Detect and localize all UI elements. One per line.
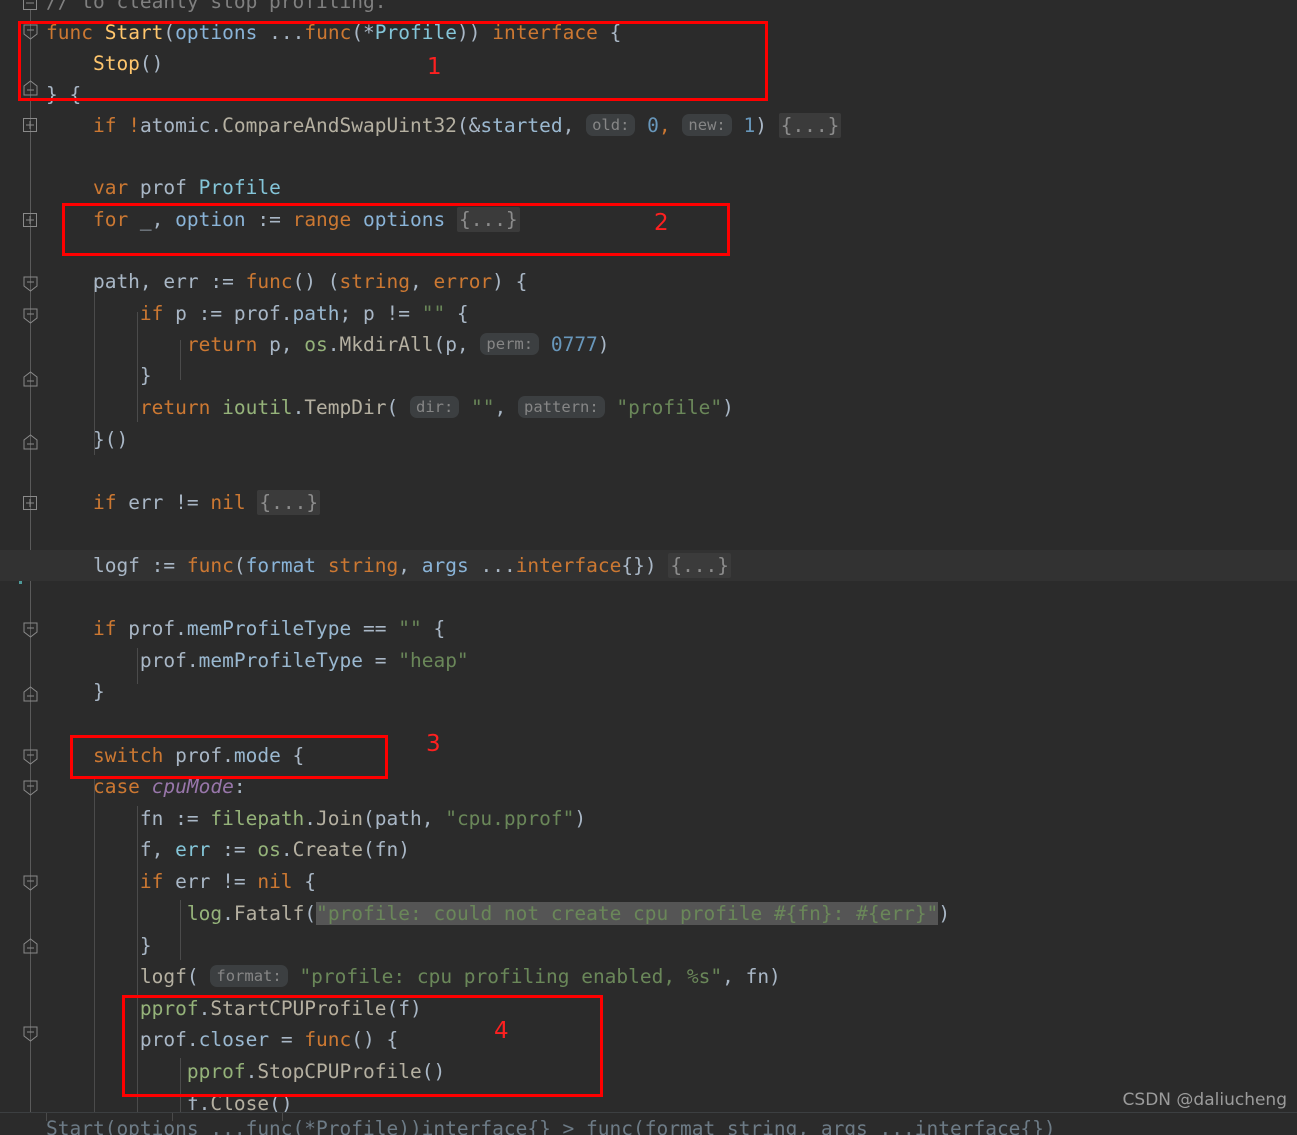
code-line[interactable]: path, err := func() (string, error) { [0, 266, 1297, 297]
code-line-text: return p, os.MkdirAll(p, perm: 0777) [46, 333, 610, 356]
inlay-hint-pattern: pattern: [518, 396, 605, 418]
code-line[interactable]: var prof Profile [0, 172, 1297, 203]
code-line[interactable] [0, 582, 1297, 613]
code-line[interactable]: fn := filepath.Join(path, "cpu.pprof") [0, 803, 1297, 834]
inlay-hint-perm: perm: [480, 333, 540, 355]
screenshot-root: // to cleanly stop profiling. func Start… [0, 0, 1297, 1135]
search-highlight: "profile: could not create cpu profile #… [316, 902, 939, 925]
code-editor[interactable]: // to cleanly stop profiling. func Start… [0, 0, 1297, 1135]
folded-code-placeholder[interactable]: {...} [778, 113, 842, 138]
code-line[interactable] [0, 455, 1297, 486]
code-line-text: log.Fatalf("profile: could not create cp… [186, 902, 951, 925]
code-line-text: } [46, 680, 105, 703]
folded-code-placeholder[interactable]: {...} [257, 490, 321, 515]
code-line-text: for _, option := range options {...} [46, 207, 520, 232]
code-line[interactable]: // to cleanly stop profiling. [0, 0, 1297, 17]
annotation-label-4: 4 [494, 1018, 509, 1044]
code-line[interactable]: case cpuMode: [0, 771, 1297, 802]
code-line-text: return ioutil.TempDir( dir: "", pattern:… [46, 396, 734, 419]
code-line[interactable] [0, 235, 1297, 266]
annotation-label-3: 3 [426, 731, 441, 757]
comment-token: // to cleanly stop profiling. [46, 0, 387, 13]
code-line-text: // to cleanly stop profiling. [46, 0, 386, 17]
code-line-text: if prof.memProfileType == "" { [46, 617, 446, 640]
code-line[interactable] [0, 518, 1297, 549]
code-line-text: if err != nil { [46, 870, 317, 893]
code-line[interactable]: func Start(options ...func(*Profile)) in… [0, 17, 1297, 48]
code-line-text: Stop() [46, 52, 164, 75]
code-line[interactable]: if !atomic.CompareAndSwapUint32(&started… [0, 110, 1297, 141]
code-line[interactable] [0, 141, 1297, 172]
breadcrumb-text: Start(options ...func(*Profile))interfac… [46, 1117, 1056, 1135]
code-line-text: func Start(options ...func(*Profile)) in… [46, 21, 622, 44]
code-line-text: case cpuMode: [46, 775, 246, 798]
code-line-text: logf( format: "profile: cpu profiling en… [139, 965, 781, 988]
code-line[interactable]: pprof.StartCPUProfile(f) [0, 993, 1297, 1024]
code-line-text: }() [46, 428, 129, 451]
code-line[interactable]: switch prof.mode { [0, 740, 1297, 771]
code-line[interactable]: return p, os.MkdirAll(p, perm: 0777) [0, 329, 1297, 360]
code-line[interactable]: }() [0, 424, 1297, 455]
inlay-hint-dir: dir: [409, 396, 460, 418]
code-line-text: prof.memProfileType = "heap" [46, 649, 469, 672]
code-line[interactable]: } [0, 930, 1297, 961]
code-line-text: path, err := func() (string, error) { [46, 270, 528, 293]
code-line-text: pprof.StopCPUProfile() [186, 1060, 446, 1083]
annotation-label-2: 2 [654, 210, 669, 236]
breadcrumb-strip: Start(options ...func(*Profile))interfac… [0, 1112, 1297, 1135]
code-line-text: pprof.StartCPUProfile(f) [139, 997, 422, 1020]
code-line-caret[interactable]: logf := func(format string, args ...inte… [0, 550, 1297, 582]
code-line[interactable]: for _, option := range options {...} [0, 204, 1297, 235]
code-line[interactable]: } [0, 360, 1297, 391]
code-line-text: fn := filepath.Join(path, "cpu.pprof") [46, 807, 587, 830]
code-line-text: f, err := os.Create(fn) [46, 838, 410, 861]
constant-token: cpuMode [151, 775, 234, 798]
inlay-hint-new: new: [682, 114, 732, 136]
code-line[interactable]: prof.memProfileType = "heap" [0, 645, 1297, 676]
code-line[interactable]: } [0, 676, 1297, 707]
code-line[interactable]: return ioutil.TempDir( dir: "", pattern:… [0, 392, 1297, 423]
folded-code-placeholder[interactable]: {...} [668, 553, 732, 578]
folded-code-placeholder[interactable]: {...} [456, 207, 520, 232]
code-line-text: if err != nil {...} [46, 490, 321, 515]
code-line-text: logf := func(format string, args ...inte… [46, 553, 732, 578]
code-line[interactable]: if err != nil {...} [0, 487, 1297, 518]
code-line[interactable]: if err != nil { [0, 866, 1297, 897]
code-line-text: switch prof.mode { [46, 744, 305, 767]
code-line-text: } [46, 364, 152, 387]
code-line-text: var prof Profile [46, 176, 281, 199]
watermark: CSDN @daliucheng [1122, 1090, 1287, 1110]
code-line[interactable]: f, err := os.Create(fn) [0, 834, 1297, 865]
code-line[interactable]: log.Fatalf("profile: could not create cp… [0, 898, 1297, 929]
code-line[interactable]: } { [0, 79, 1297, 110]
code-line[interactable]: if prof.memProfileType == "" { [0, 613, 1297, 644]
code-line-text: prof.closer = func() { [46, 1028, 399, 1051]
code-line[interactable]: prof.closer = func() { [0, 1024, 1297, 1055]
code-line[interactable]: pprof.StopCPUProfile() [0, 1056, 1297, 1087]
code-line[interactable]: logf( format: "profile: cpu profiling en… [0, 961, 1297, 992]
code-line[interactable] [0, 708, 1297, 739]
inlay-hint-format: format: [210, 965, 288, 987]
annotation-label-1: 1 [427, 54, 442, 80]
code-line-text: if p := prof.path; p != "" { [46, 302, 469, 325]
code-line-text: } { [46, 83, 82, 106]
code-line-text: } [46, 934, 152, 957]
inlay-hint-old: old: [586, 114, 636, 136]
code-line-text: if !atomic.CompareAndSwapUint32(&started… [46, 113, 842, 138]
code-line[interactable]: if p := prof.path; p != "" { [0, 298, 1297, 329]
code-line[interactable]: Stop() [0, 48, 1297, 79]
